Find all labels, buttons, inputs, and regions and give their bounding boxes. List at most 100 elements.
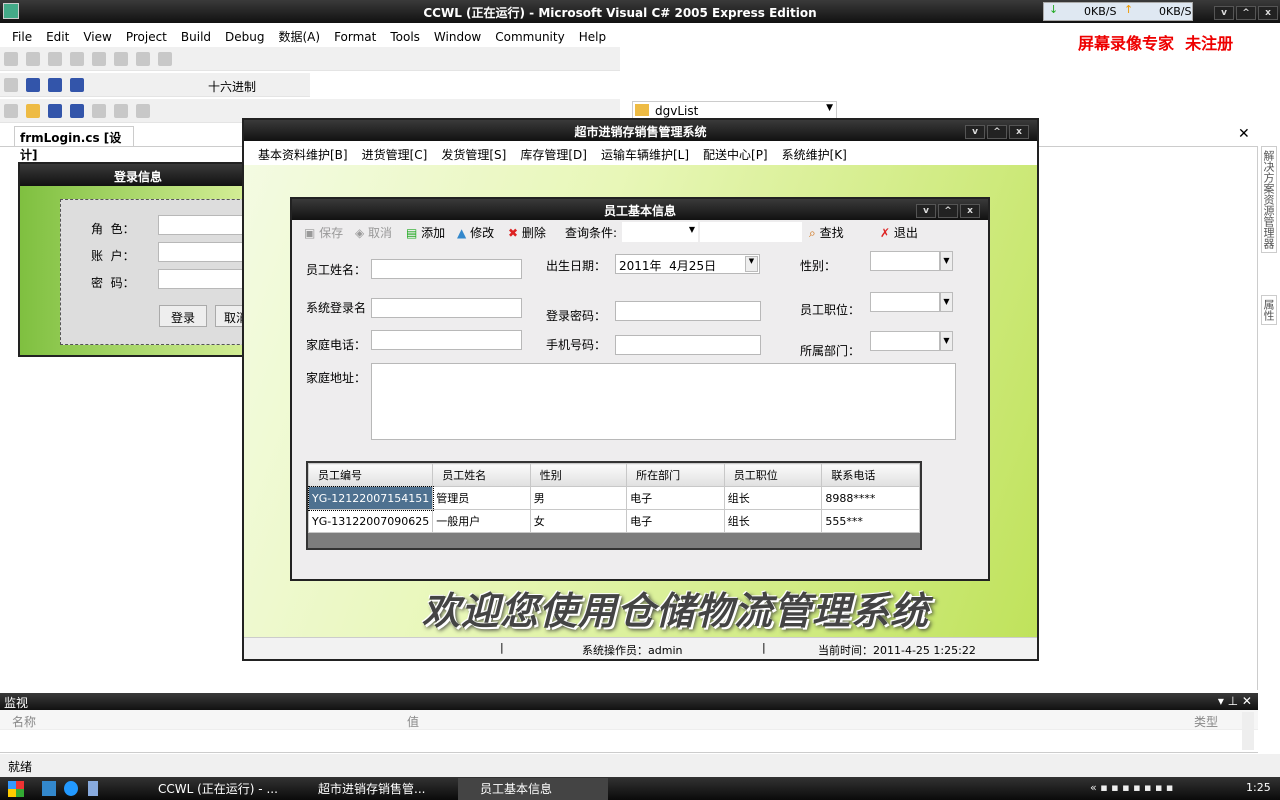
- login-button[interactable]: 登录: [159, 305, 207, 327]
- grid-cell[interactable]: YG-12122007154151: [307, 485, 434, 511]
- grid-cell[interactable]: 女: [529, 509, 628, 533]
- continue-icon[interactable]: [4, 78, 18, 92]
- menu-inventory[interactable]: 库存管理[D]: [520, 148, 587, 162]
- grid-cell[interactable]: 管理员: [432, 486, 531, 510]
- watch-col-type[interactable]: 类型: [1194, 713, 1218, 730]
- menu-file[interactable]: File: [12, 30, 32, 44]
- grid-cell[interactable]: 电子: [626, 509, 725, 533]
- align-icon[interactable]: [70, 52, 84, 66]
- menu-project[interactable]: Project: [126, 30, 167, 44]
- menu-purchase[interactable]: 进货管理[C]: [362, 148, 428, 162]
- edit-button[interactable]: ▲ 修改: [457, 224, 494, 241]
- menu-shipping[interactable]: 发货管理[S]: [441, 148, 506, 162]
- query-input[interactable]: [700, 222, 802, 242]
- stop-icon[interactable]: [48, 78, 62, 92]
- taskbar-item-employee[interactable]: 员工基本信息: [458, 778, 608, 800]
- menu-tools[interactable]: Tools: [390, 30, 420, 44]
- grid-cell[interactable]: 组长: [723, 509, 823, 533]
- menu-distribution[interactable]: 配送中心[P]: [703, 148, 768, 162]
- col-header[interactable]: 性别: [529, 463, 628, 487]
- copy-icon[interactable]: [114, 104, 128, 118]
- align-icon[interactable]: [92, 52, 106, 66]
- position-combo[interactable]: ▼: [870, 292, 953, 312]
- col-header[interactable]: 员工编号: [307, 463, 434, 487]
- add-button[interactable]: ▤ 添加: [406, 224, 445, 241]
- doc-tab-frmlogin[interactable]: frmLogin.cs [设计]: [14, 126, 134, 162]
- employee-name-field[interactable]: [371, 259, 522, 279]
- menu-system[interactable]: 系统维护[K]: [782, 148, 847, 162]
- clock[interactable]: 1:25: [1246, 781, 1271, 794]
- save-button[interactable]: ▣ 保存: [304, 224, 343, 241]
- save-icon[interactable]: [48, 104, 62, 118]
- watch-col-name[interactable]: 名称: [12, 713, 36, 730]
- grid-cell[interactable]: 男: [529, 486, 628, 510]
- find-button[interactable]: ⌕ 查找: [809, 224, 844, 241]
- menu-window[interactable]: Window: [434, 30, 481, 44]
- delete-button[interactable]: ✖ 删除: [508, 224, 546, 241]
- taskbar-item-ide[interactable]: CCWL (正在运行) - ...: [138, 780, 283, 798]
- grid-cell[interactable]: 一般用户: [432, 509, 531, 533]
- department-combo[interactable]: ▼: [870, 331, 953, 351]
- cut-icon[interactable]: [92, 104, 106, 118]
- col-header[interactable]: 所在部门: [626, 463, 725, 487]
- login-name-field[interactable]: [371, 298, 522, 318]
- grid-cell[interactable]: YG-13122007090625: [307, 509, 434, 533]
- align-icon[interactable]: [136, 52, 150, 66]
- menu-community[interactable]: Community: [495, 30, 564, 44]
- hex-button[interactable]: 十六进制: [208, 78, 256, 95]
- menu-basic-data[interactable]: 基本资料维护[B]: [258, 148, 348, 162]
- maximize-button[interactable]: ^: [1236, 6, 1256, 20]
- pause-icon[interactable]: [26, 78, 40, 92]
- restart-icon[interactable]: [70, 78, 84, 92]
- align-icon[interactable]: [26, 52, 40, 66]
- solution-explorer-tab[interactable]: 解决方案资源管理器: [1261, 146, 1277, 253]
- new-project-icon[interactable]: [4, 104, 18, 118]
- menu-edit[interactable]: Edit: [46, 30, 69, 44]
- maximize-button[interactable]: ^: [987, 125, 1007, 139]
- quick-launch-icon[interactable]: [42, 781, 56, 796]
- maximize-button[interactable]: ^: [938, 204, 958, 218]
- birth-date-picker[interactable]: 2011年 4月25日 ▼: [615, 254, 760, 274]
- minimize-button[interactable]: v: [965, 125, 985, 139]
- properties-tab[interactable]: 属性: [1261, 295, 1277, 325]
- minimize-button[interactable]: v: [916, 204, 936, 218]
- col-header[interactable]: 联系电话: [821, 463, 920, 487]
- grid-cell[interactable]: 8988****: [821, 486, 920, 510]
- gender-combo[interactable]: ▼: [870, 251, 953, 271]
- address-field[interactable]: [371, 363, 956, 440]
- menu-view[interactable]: View: [83, 30, 111, 44]
- menu-help[interactable]: Help: [579, 30, 606, 44]
- col-header[interactable]: 员工姓名: [432, 463, 531, 487]
- align-icon[interactable]: [4, 52, 18, 66]
- object-combo[interactable]: dgvList ▼: [632, 101, 837, 119]
- close-doc-icon[interactable]: ✕: [1238, 126, 1250, 142]
- save-all-icon[interactable]: [70, 104, 84, 118]
- watch-scrollbar[interactable]: [1242, 712, 1254, 750]
- align-icon[interactable]: [114, 52, 128, 66]
- col-header[interactable]: 员工职位: [723, 463, 823, 487]
- menu-debug[interactable]: Debug: [225, 30, 264, 44]
- align-icon[interactable]: [158, 52, 172, 66]
- mobile-field[interactable]: [615, 335, 761, 355]
- table-row[interactable]: YG-12122007154151 管理员男电子 组长 8988****: [307, 485, 920, 511]
- close-icon[interactable]: ▾ ⊥ ✕: [1218, 694, 1252, 708]
- cancel-button[interactable]: ◈ 取消: [355, 224, 392, 241]
- home-phone-field[interactable]: [371, 330, 522, 350]
- table-row[interactable]: YG-13122007090625 一般用户女电子 组长 555***: [307, 509, 920, 533]
- menu-build[interactable]: Build: [181, 30, 211, 44]
- query-condition-combo[interactable]: ▼: [622, 222, 698, 242]
- close-button[interactable]: x: [960, 204, 980, 218]
- align-icon[interactable]: [48, 52, 62, 66]
- login-password-field[interactable]: [615, 301, 761, 321]
- watch-col-value[interactable]: 值: [407, 713, 419, 730]
- taskbar-item-main[interactable]: 超市进销存销售管...: [298, 780, 438, 798]
- menu-format[interactable]: Format: [334, 30, 376, 44]
- minimize-button[interactable]: v: [1214, 6, 1234, 20]
- menu-data[interactable]: 数据(A): [278, 30, 320, 44]
- grid-cell[interactable]: 组长: [723, 486, 823, 510]
- menu-vehicles[interactable]: 运输车辆维护[L]: [601, 148, 689, 162]
- start-button[interactable]: [8, 781, 24, 797]
- quick-launch-icon[interactable]: [88, 781, 98, 796]
- open-icon[interactable]: [26, 104, 40, 118]
- grid-cell[interactable]: 电子: [626, 486, 725, 510]
